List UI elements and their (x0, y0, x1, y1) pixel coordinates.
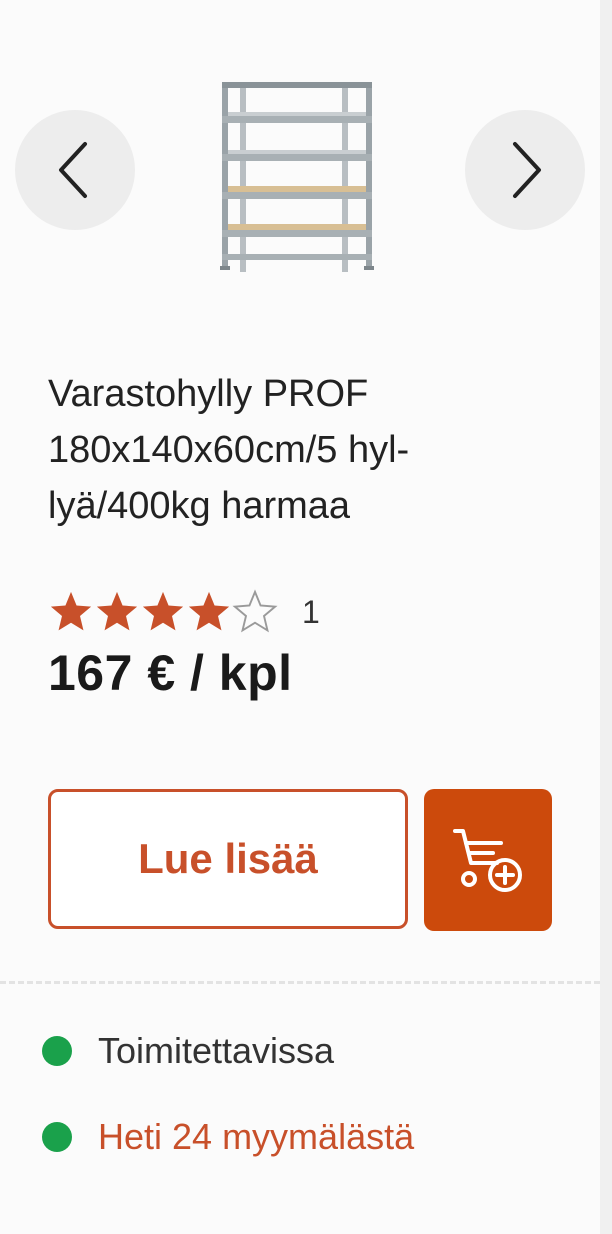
chevron-right-icon (513, 142, 541, 198)
page-edge (600, 0, 612, 1234)
product-title-line: Varastohylly PROF (48, 373, 369, 415)
section-divider (0, 981, 600, 984)
review-count: 1 (302, 593, 320, 630)
availability-stores[interactable]: Heti 24 myymälästä (42, 1116, 414, 1158)
carousel-next-button[interactable] (465, 110, 585, 230)
star-filled-icon (50, 591, 92, 631)
add-to-cart-button[interactable] (424, 789, 552, 931)
availability-delivery: Toimitettavissa (42, 1030, 334, 1072)
product-image[interactable] (214, 78, 380, 278)
star-filled-icon (142, 591, 184, 631)
available-status-dot-icon (42, 1036, 72, 1066)
price: 167 € / kpl (48, 645, 293, 701)
product-title-line: lyä/400kg harmaa (48, 485, 351, 527)
star-empty-icon (232, 589, 278, 633)
cart-add-icon (453, 829, 522, 892)
product-card: Varastohylly PROF 180x140x60cm/5 hyl- ly… (0, 0, 600, 1234)
carousel-prev-button[interactable] (15, 110, 135, 230)
star-filled-icon (96, 591, 138, 631)
read-more-button[interactable]: Lue lisää (48, 789, 408, 929)
read-more-label: Lue lisää (138, 835, 318, 882)
available-status-dot-icon (42, 1122, 72, 1152)
star-filled-icon (188, 591, 230, 631)
availability-delivery-label: Toimitettavissa (98, 1030, 335, 1071)
product-title-line: 180x140x60cm/5 hyl- (48, 429, 410, 471)
chevron-left-icon (59, 142, 87, 198)
rating[interactable]: 1 (48, 588, 320, 636)
product-title[interactable]: Varastohylly PROF 180x140x60cm/5 hyl- ly… (48, 366, 518, 534)
availability-stores-link[interactable]: Heti 24 myymälästä (98, 1116, 414, 1158)
